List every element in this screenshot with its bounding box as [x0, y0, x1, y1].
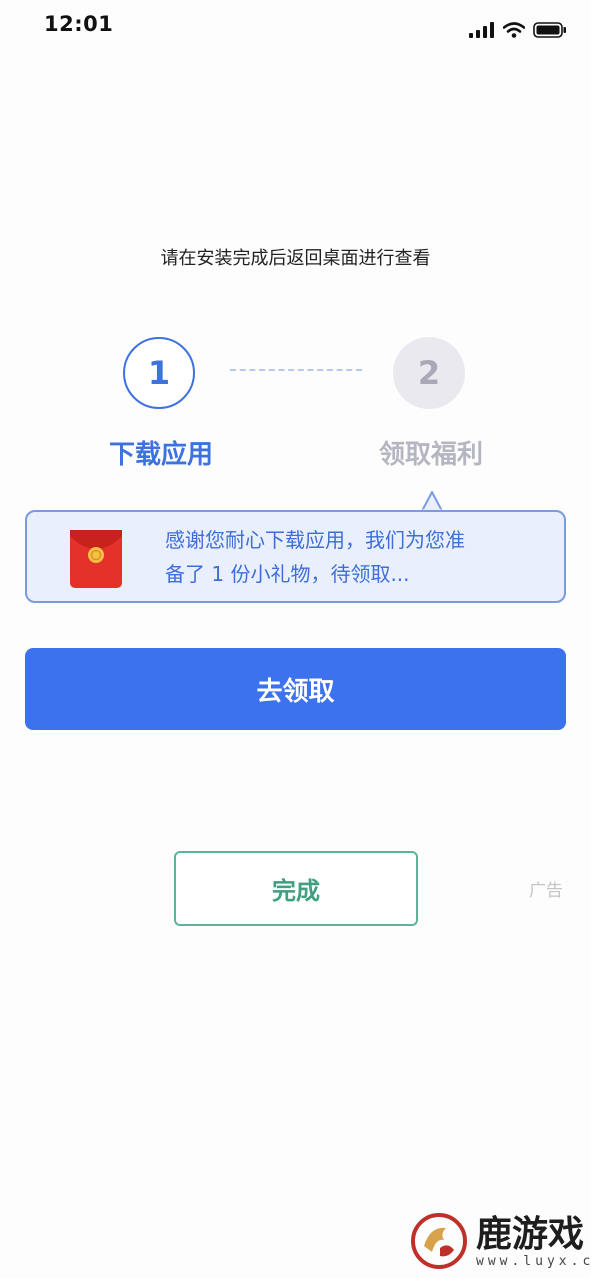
status-time: 12:01 — [44, 12, 114, 36]
red-packet-icon — [70, 530, 122, 588]
instruction-text: 请在安装完成后返回桌面进行查看 — [160, 248, 431, 269]
tip-pointer — [422, 491, 442, 511]
tip-text: 感谢您耐心下载应用，我们为您准 备了 1 份小礼物，待领取... — [165, 523, 560, 591]
watermark-url: www.luyx.cn — [476, 1253, 591, 1269]
signal-icon — [469, 22, 494, 38]
watermark-text: 鹿游戏 www.luyx.cn — [476, 1214, 591, 1269]
ad-label: 广告 — [529, 881, 563, 901]
watermark: 鹿游戏 www.luyx.cn — [410, 1212, 591, 1270]
step-connector — [230, 369, 362, 371]
step-2-label: 领取福利 — [378, 440, 483, 470]
step-1-circle: 1 — [123, 337, 195, 409]
tip-line-1: 感谢您耐心下载应用，我们为您准 — [165, 528, 465, 552]
status-icons — [469, 22, 567, 38]
step-1-label: 下载应用 — [108, 440, 213, 470]
claim-button[interactable]: 去领取 — [25, 648, 566, 730]
tip-line-2: 备了 1 份小礼物，待领取... — [165, 562, 410, 586]
step-2-circle: 2 — [393, 337, 465, 409]
status-bar: 12:01 — [0, 0, 591, 50]
battery-icon — [533, 22, 566, 38]
wifi-icon — [503, 22, 525, 38]
deer-logo-icon — [411, 1213, 467, 1269]
watermark-name: 鹿游戏 — [476, 1212, 585, 1255]
gift-tip-box: 感谢您耐心下载应用，我们为您准 备了 1 份小礼物，待领取... — [25, 510, 566, 603]
done-button[interactable]: 完成 — [174, 851, 418, 926]
